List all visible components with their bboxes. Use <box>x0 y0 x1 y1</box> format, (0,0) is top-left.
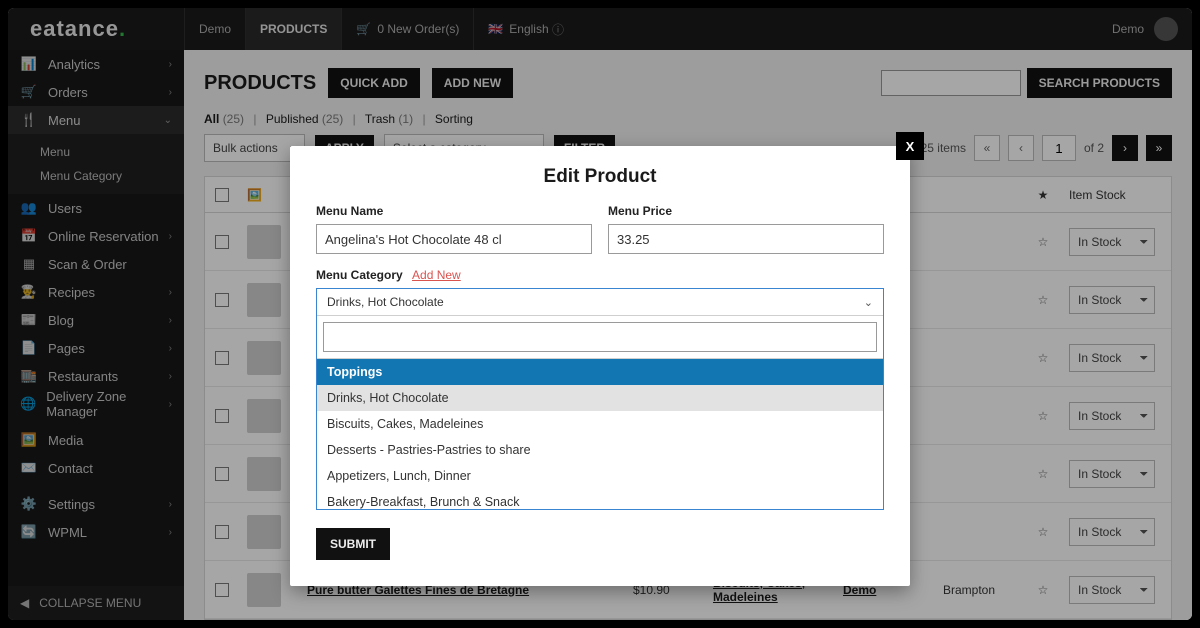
category-option[interactable]: Bakery-Breakfast, Brunch & Snack <box>317 489 883 509</box>
category-option[interactable]: Desserts - Pastries-Pastries to share <box>317 437 883 463</box>
category-multiselect[interactable]: Drinks, Hot Chocolate ⌄ ToppingsDrinks, … <box>316 288 884 510</box>
menu-price-label: Menu Price <box>608 204 884 218</box>
category-display[interactable]: Drinks, Hot Chocolate ⌄ <box>317 289 883 316</box>
menu-category-label: Menu Category <box>316 268 403 282</box>
category-option[interactable]: Drinks, Hot Chocolate <box>317 385 883 411</box>
category-option[interactable]: Appetizers, Lunch, Dinner <box>317 463 883 489</box>
edit-product-modal: X Edit Product Menu Name Menu Price Menu… <box>290 146 910 586</box>
category-option[interactable]: Biscuits, Cakes, Madeleines <box>317 411 883 437</box>
chevron-down-icon: ⌄ <box>864 296 873 309</box>
menu-name-input[interactable] <box>316 224 592 254</box>
submit-button[interactable]: SUBMIT <box>316 528 390 560</box>
menu-price-input[interactable] <box>608 224 884 254</box>
menu-name-label: Menu Name <box>316 204 592 218</box>
category-option[interactable]: Toppings <box>317 359 883 385</box>
add-new-category-link[interactable]: Add New <box>412 268 461 282</box>
modal-title: Edit Product <box>316 166 884 188</box>
category-options-list: ToppingsDrinks, Hot ChocolateBiscuits, C… <box>317 359 883 509</box>
category-search-input[interactable] <box>323 322 877 352</box>
modal-close-button[interactable]: X <box>896 132 924 160</box>
